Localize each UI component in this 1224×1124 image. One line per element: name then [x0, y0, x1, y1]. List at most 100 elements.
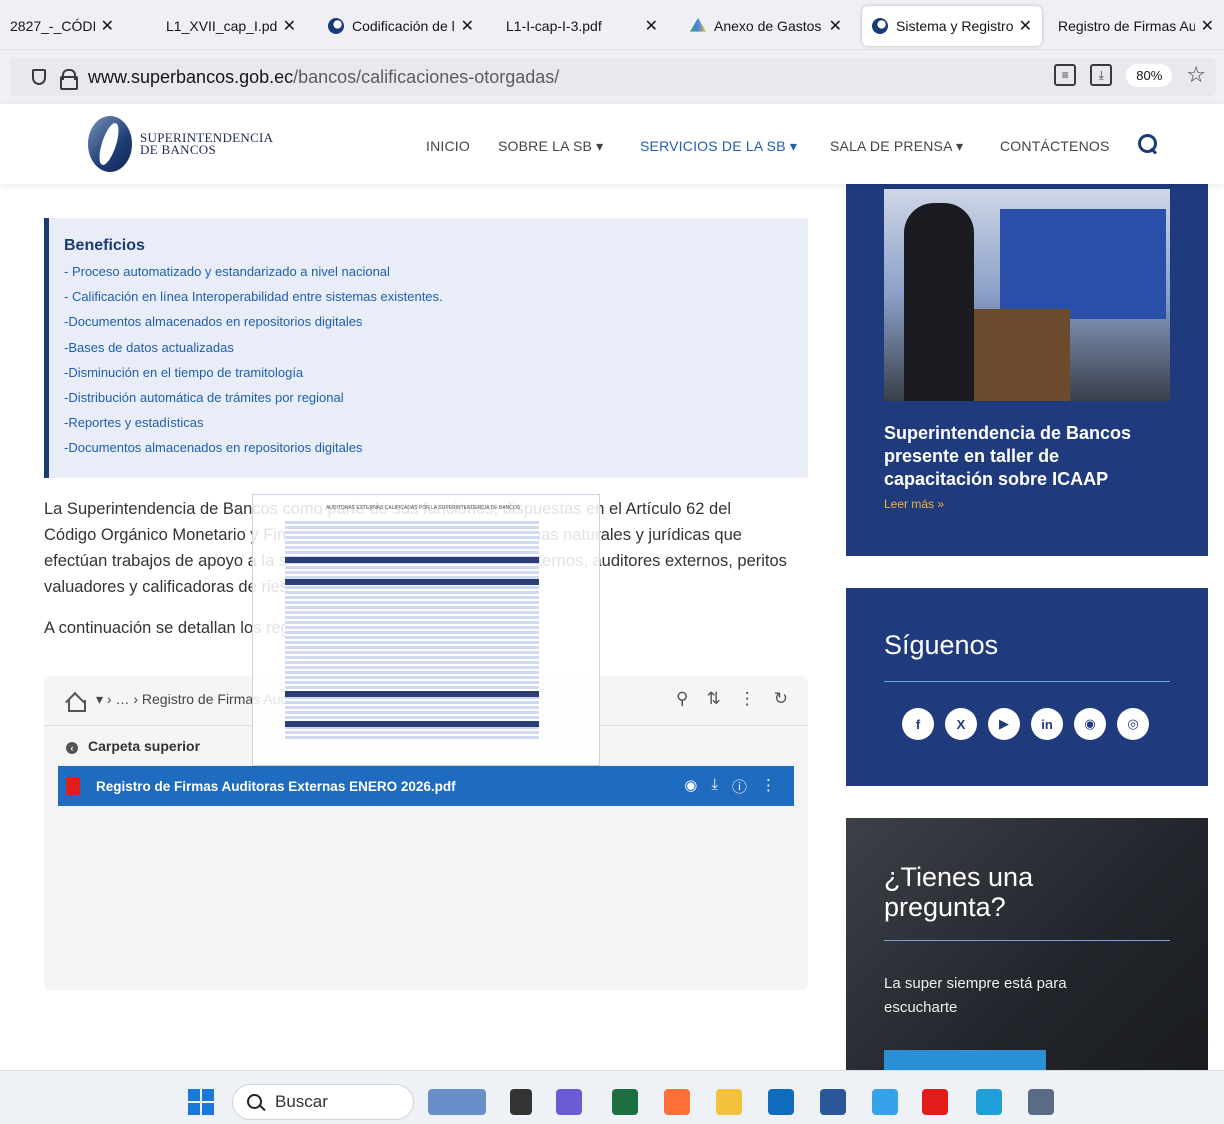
taskbar: Buscar: [0, 1070, 1224, 1124]
close-tab-icon[interactable]: ✕: [1201, 16, 1214, 36]
pdf-icon: [66, 777, 80, 795]
info-icon[interactable]: ⓘ: [732, 776, 747, 797]
nav-item[interactable]: SOBRE LA SB ▾: [498, 138, 603, 155]
close-tab-icon[interactable]: ✕: [829, 16, 842, 36]
ask-title-line: ¿Tienes una: [884, 862, 1034, 892]
preview-heading: AUDITORAS EXTERNAS CALIFICADAS POR LA SU…: [325, 505, 521, 511]
instagram-icon[interactable]: ◎: [1117, 708, 1149, 740]
linkedin-icon[interactable]: in: [1031, 708, 1063, 740]
acrobat-icon[interactable]: [922, 1089, 948, 1115]
view-icon[interactable]: ◉: [684, 776, 697, 797]
nav-item[interactable]: CONTÁCTENOS: [1000, 138, 1110, 154]
windows-start-icon[interactable]: [188, 1089, 214, 1115]
firefox-icon[interactable]: [664, 1089, 690, 1115]
beneficio-item: -Disminución en el tiempo de tramitologí…: [64, 364, 304, 380]
tab-title: Codificación de las: [352, 18, 455, 34]
url-text[interactable]: www.superbancos.gob.ec/bancos/calificaci…: [88, 67, 559, 88]
address-bar[interactable]: www.superbancos.gob.ec/bancos/calificaci…: [10, 58, 1216, 96]
browser-tab[interactable]: L1-I-cap-I-3.pdf ✕: [496, 6, 668, 46]
close-tab-icon[interactable]: ✕: [283, 16, 296, 36]
site-search-icon[interactable]: [1138, 134, 1157, 153]
nav-item[interactable]: SERVICIOS DE LA SB ▾: [640, 138, 797, 155]
browser-tab[interactable]: Anexo de Gastos P ✕: [680, 6, 852, 46]
tab-title: Registro de Firmas Aud: [1058, 18, 1195, 34]
browser-tab[interactable]: Sistema y Registro ✕: [862, 6, 1042, 46]
tab-strip: 2827_-_CÓDIG✕L1_XVII_cap_I.pdf✕Codificac…: [0, 0, 1224, 50]
refresh-icon[interactable]: ↻: [774, 689, 788, 709]
beneficio-item: -Reportes y estadísticas: [64, 415, 204, 431]
news-title-line[interactable]: capacitación sobre ICAAP: [884, 468, 1108, 490]
zoom-level[interactable]: 80%: [1126, 63, 1173, 87]
close-tab-icon[interactable]: ✕: [101, 16, 114, 36]
photo-speaker: [904, 203, 974, 401]
widgets-icon[interactable]: [428, 1089, 486, 1115]
browser-tab[interactable]: Registro de Firmas Aud ✕: [1048, 6, 1224, 46]
reader-view-icon[interactable]: ≡: [1054, 64, 1077, 86]
home-icon[interactable]: [66, 692, 86, 712]
superbancos-logo-icon[interactable]: [88, 116, 132, 172]
url-actions: ≡ ⤓ 80% ☆: [1054, 62, 1206, 88]
preview-band: [285, 579, 539, 585]
preview-table-image: [285, 521, 539, 739]
task-view-icon[interactable]: [510, 1089, 532, 1115]
browser-tab[interactable]: L1_XVII_cap_I.pdf ✕: [156, 6, 306, 46]
edge-icon[interactable]: [976, 1089, 1002, 1115]
excel-icon[interactable]: [612, 1089, 638, 1115]
browser-tab[interactable]: Codificación de las ✕: [318, 6, 484, 46]
x-twitter-icon[interactable]: X: [945, 708, 977, 740]
more-menu-icon[interactable]: ⋮: [761, 776, 776, 797]
read-more-link[interactable]: Leer más »: [884, 497, 944, 511]
drive-favicon-icon: [690, 18, 706, 32]
nav-bar: www.superbancos.gob.ec/bancos/calificaci…: [0, 50, 1224, 104]
tab-title: L1_XVII_cap_I.pdf: [166, 18, 277, 34]
site-header: SUPERINTENDENCIA DE BANCOS INICIO SOBRE L…: [0, 104, 1224, 184]
spotify-icon[interactable]: ◉: [1074, 708, 1106, 740]
tracking-shield-icon[interactable]: [32, 69, 46, 85]
ask-text: La super siempre está para escucharte: [884, 972, 1067, 1020]
nav-item[interactable]: SALA DE PRENSA ▾: [830, 138, 963, 155]
taskbar-search[interactable]: Buscar: [232, 1084, 414, 1120]
photo-podium: [974, 309, 1070, 401]
preview-band: [285, 557, 539, 563]
bookmark-star-icon[interactable]: ☆: [1186, 62, 1206, 88]
outlook-icon[interactable]: [768, 1089, 794, 1115]
back-arrow-icon: ‹: [66, 742, 78, 754]
close-tab-icon[interactable]: ✕: [461, 16, 474, 36]
ask-text-line: escucharte: [884, 999, 958, 1016]
calculator-icon[interactable]: [1028, 1089, 1054, 1115]
download-icon[interactable]: ⤓: [711, 776, 718, 797]
superbancos-favicon-icon: [872, 18, 888, 34]
news-photo[interactable]: [884, 189, 1170, 401]
parent-folder-link[interactable]: ‹ Carpeta superior: [66, 738, 200, 754]
internet-explorer-icon[interactable]: [872, 1089, 898, 1115]
youtube-icon[interactable]: ▶: [988, 708, 1020, 740]
logo-text[interactable]: SUPERINTENDENCIA DE BANCOS: [140, 131, 273, 156]
preview-band: [285, 691, 539, 697]
browser-tab[interactable]: 2827_-_CÓDIG ✕: [0, 6, 124, 46]
ask-title: ¿Tienes una pregunta?: [884, 862, 1033, 922]
ask-title-line: pregunta?: [884, 892, 1006, 922]
sort-icon[interactable]: ⇅: [707, 689, 721, 709]
download-icon[interactable]: ⤓: [1090, 64, 1113, 86]
search-icon[interactable]: ⚲: [676, 689, 688, 709]
beneficios-title: Beneficios: [64, 237, 145, 254]
close-tab-icon[interactable]: ✕: [645, 16, 658, 36]
news-title-line[interactable]: presente en taller de: [884, 445, 1059, 467]
news-title-line[interactable]: Superintendencia de Bancos: [884, 422, 1131, 444]
word-icon[interactable]: [820, 1089, 846, 1115]
beneficio-item: -Distribución automática de trámites por…: [64, 390, 344, 405]
facebook-icon[interactable]: f: [902, 708, 934, 740]
nav-item[interactable]: INICIO: [426, 138, 470, 154]
lock-icon[interactable]: [60, 69, 78, 90]
file-explorer-icon[interactable]: [716, 1089, 742, 1115]
file-row[interactable]: Registro de Firmas Auditoras Externas EN…: [58, 766, 794, 806]
more-menu-icon[interactable]: ⋮: [739, 689, 756, 709]
contact-button[interactable]: [884, 1050, 1046, 1070]
ask-text-line: La super siempre está para: [884, 975, 1067, 992]
close-tab-icon[interactable]: ✕: [1019, 16, 1032, 36]
file-name[interactable]: Registro de Firmas Auditoras Externas EN…: [96, 779, 456, 794]
teams-chat-icon[interactable]: [556, 1089, 582, 1115]
tab-title: L1-I-cap-I-3.pdf: [506, 18, 602, 34]
photo-screen: [1000, 209, 1166, 319]
superbancos-favicon-icon: [328, 18, 344, 34]
